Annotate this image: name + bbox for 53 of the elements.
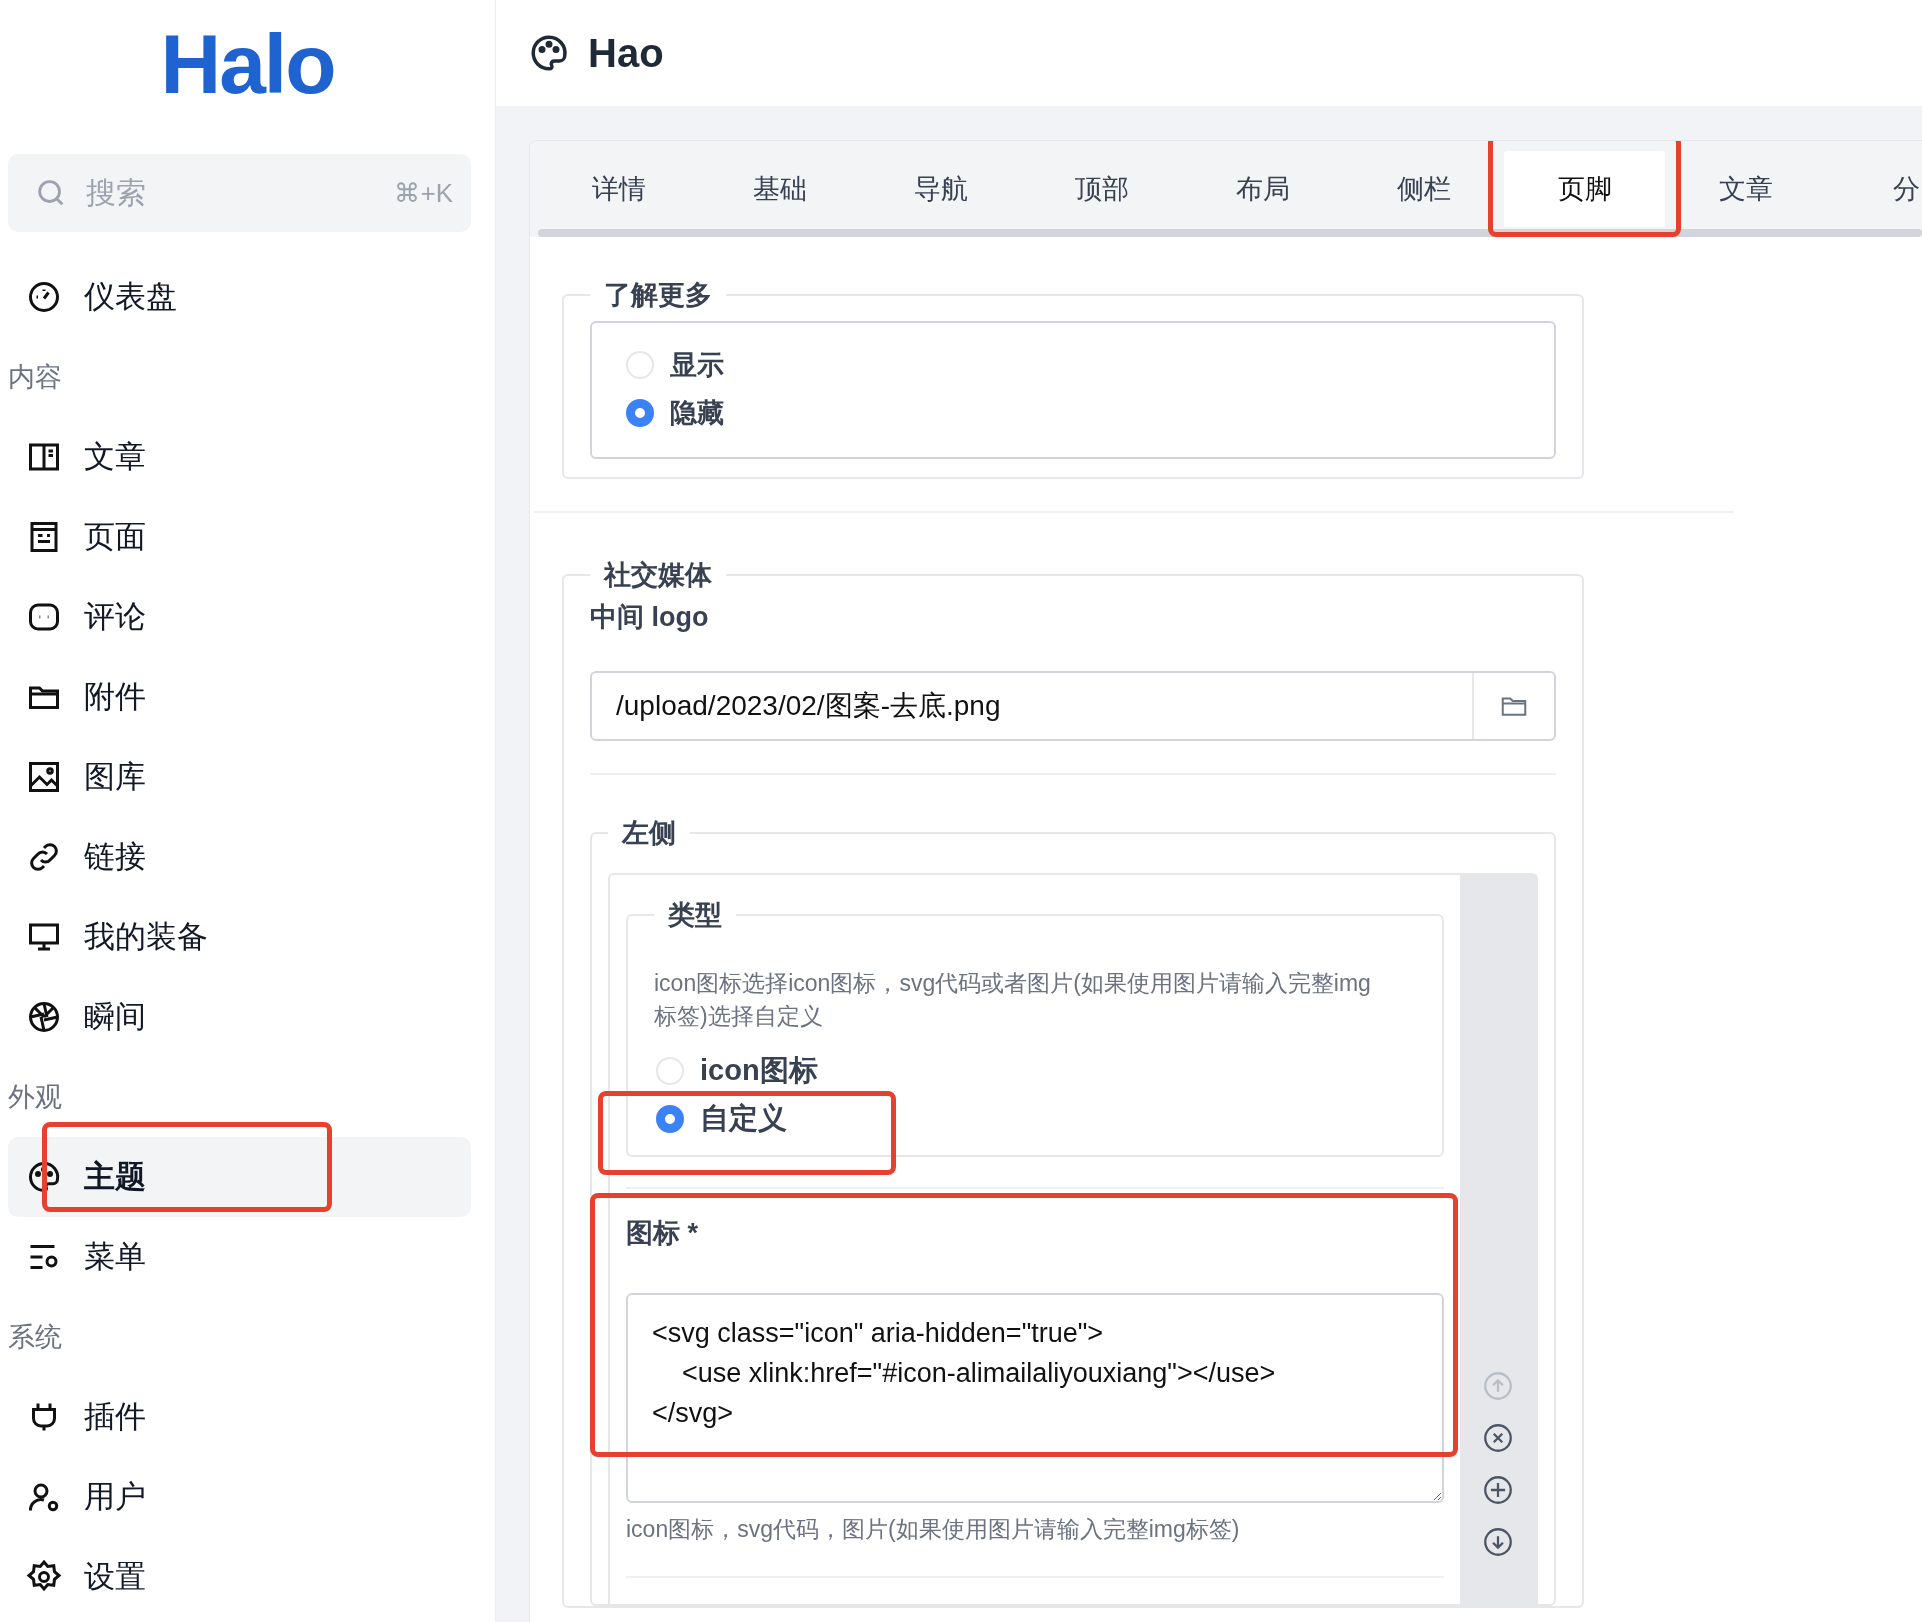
help-text: icon图标选择icon图标，svg代码或者图片(如果使用图片请输入完整img标签)选择自定义 [654,969,1372,1031]
section-heading: 内容 [8,361,63,394]
fieldset-legend: 左侧 [608,815,690,851]
code-textarea[interactable]: <svg class="icon" aria-hidden="true"> <use xlink:href="#icon-alimailaliyouxiang"></use> </svg> [626,1293,1444,1503]
sidebar-item[interactable]: 页面 [8,497,471,577]
help-text: icon图标，svg代码，图片(如果使用图片请输入完整img标签) [626,1515,1241,1544]
sidebar-item[interactable]: 设置 [8,1537,471,1617]
palette-icon [26,1159,62,1195]
logo: Halo [159,15,335,113]
scrollbar[interactable] [538,229,1922,237]
section-heading: 外观 [8,1081,63,1114]
sidebar-item[interactable]: 我的装备 [8,897,471,977]
page-title: Hao [588,30,664,76]
radio-option[interactable]: 隐藏 [626,389,1520,437]
tab[interactable]: 基础 [699,151,860,227]
tab[interactable]: 分 [1826,151,1922,227]
aperture-icon [26,999,62,1035]
sidebar-item[interactable]: 文章 [8,417,471,497]
sidebar-item[interactable]: 附件 [8,657,471,737]
sidebar-item[interactable]: 仪表盘 [8,257,471,337]
tab[interactable]: 详情 [538,151,699,227]
radio-option[interactable]: 显示 [626,341,1520,389]
sidebar-item[interactable]: 用户 [8,1457,471,1537]
input-field[interactable]: /upload/2023/02/图案-去底.png [590,671,1556,741]
gauge-icon [26,279,62,315]
sidebar-item[interactable]: 插件 [8,1377,471,1457]
sidebar-item[interactable]: 评论 [8,577,471,657]
sidebar-item[interactable]: 主题 [8,1137,471,1217]
field-label: 图标 * [626,1217,699,1250]
section-heading: 系统 [8,1321,63,1354]
tab[interactable]: 顶部 [1021,151,1182,227]
sidebar-item[interactable]: 图库 [8,737,471,817]
tab[interactable]: 页脚 [1504,151,1665,227]
sidebar-item[interactable]: 菜单 [8,1217,471,1297]
tab[interactable]: 侧栏 [1343,151,1504,227]
fieldset-legend: 社交媒体 [590,557,726,593]
arrow-down-icon[interactable] [1481,1525,1515,1559]
close-icon[interactable] [1481,1421,1515,1455]
fieldset-legend: 了解更多 [590,277,726,313]
radio-option[interactable]: icon图标 [656,1047,1392,1095]
tab[interactable]: 文章 [1665,151,1826,227]
radio[interactable] [656,1105,684,1133]
fieldset-legend: 类型 [654,897,736,933]
radio[interactable] [626,399,654,427]
image-icon [26,759,62,795]
radio-option[interactable]: 自定义 [656,1095,1392,1143]
tab[interactable]: 导航 [860,151,1021,227]
plus-icon[interactable] [1481,1473,1515,1507]
tab[interactable]: 布局 [1182,151,1343,227]
sidebar-item[interactable]: 链接 [8,817,471,897]
field-label: 中间 logo [590,601,710,634]
sidebar-item[interactable]: 瞬间 [8,977,471,1057]
shortcut-hint: ⌘+K [394,178,453,209]
